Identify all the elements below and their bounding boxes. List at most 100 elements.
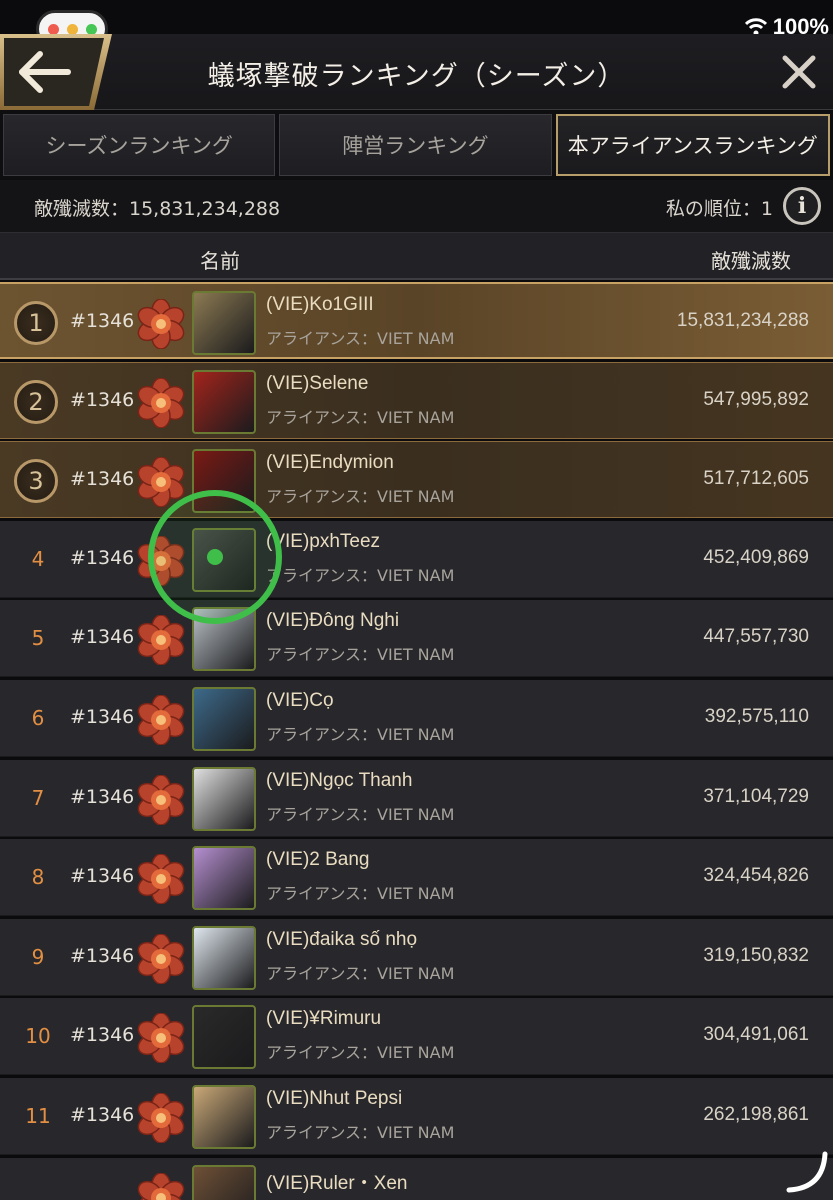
player-name[interactable]: (VIE)Selene: [266, 373, 368, 395]
player-name[interactable]: (VIE)đaika số nhọ: [266, 929, 417, 951]
alliance-label: アライアンス：VIET NAM: [266, 407, 455, 427]
server-id: #1346: [70, 626, 135, 649]
avatar[interactable]: [192, 846, 256, 911]
resize-handle-icon[interactable]: [783, 1148, 829, 1194]
player-name[interactable]: (VIE)¥Rimuru: [266, 1008, 381, 1030]
alliance-label: アライアンス：VIET NAM: [266, 724, 455, 744]
avatar[interactable]: [192, 925, 256, 990]
avatar[interactable]: [192, 766, 256, 831]
alliance-emblem-icon: [136, 614, 186, 667]
column-kills-label: 敵殲滅数: [711, 249, 791, 273]
rank-medal-icon: 2: [14, 379, 58, 424]
info-icon[interactable]: i: [783, 187, 821, 225]
kill-count: 371,104,729: [703, 785, 809, 807]
ranking-row[interactable]: 10 #1346 (VIE)¥Rimuru アライアンス：VIET NAM 304,49…: [0, 998, 833, 1076]
tab-bar: シーズンランキング 陣営ランキング 本アライアンスランキング: [0, 110, 833, 180]
server-id: #1346: [70, 1024, 135, 1047]
alliance-label: アライアンス：VIET NAM: [266, 565, 455, 585]
ranking-row[interactable]: 1 #1346 (VIE)Ko1GIII アライアンス：VIET NAM 15,831,…: [0, 282, 833, 359]
kill-count: 547,995,892: [703, 388, 809, 410]
server-id: #1346: [70, 1103, 135, 1126]
server-id: #1346: [70, 944, 135, 967]
player-name[interactable]: (VIE)Cọ: [266, 690, 334, 712]
rank-number: 11: [25, 1103, 51, 1128]
server-id: #1346: [70, 785, 135, 808]
ranking-row[interactable]: (VIE)Ruler・Xen: [0, 1157, 833, 1200]
ranking-row[interactable]: 11 #1346 (VIE)Nhut Pepsi アライアンス：VIET NAM 262…: [0, 1077, 833, 1155]
server-id: #1346: [70, 388, 135, 411]
server-id: #1346: [70, 546, 135, 569]
alliance-emblem-icon: [136, 694, 186, 746]
kill-count: 324,454,826: [703, 865, 809, 887]
ranking-row[interactable]: 6 #1346 (VIE)Cọ アライアンス：VIET NAM 392,575,110: [0, 679, 833, 757]
summary-bar: 敵殲滅数：15,831,234,288 私の順位：1 i: [0, 180, 833, 232]
alliance-emblem-icon: [136, 933, 186, 985]
alliance-label: アライアンス：VIET NAM: [266, 963, 455, 983]
player-name[interactable]: (VIE)pxhTeez: [266, 531, 380, 553]
kill-count: 447,557,730: [703, 626, 809, 648]
tap-indicator-dot: [207, 549, 223, 565]
rank-number: 5: [31, 626, 45, 651]
ranking-list[interactable]: 1 #1346 (VIE)Ko1GIII アライアンス：VIET NAM 15,831,…: [0, 282, 833, 1200]
server-id: #1346: [70, 705, 135, 728]
tab-season-ranking[interactable]: シーズンランキング: [3, 114, 276, 176]
rank-number: 4: [31, 546, 45, 571]
alliance-emblem-icon: [136, 1012, 186, 1065]
alliance-label: アライアンス：VIET NAM: [266, 329, 455, 348]
tab-alliance-ranking[interactable]: 本アライアンスランキング: [555, 114, 830, 176]
rank-number: 8: [31, 865, 45, 890]
alliance-label: アライアンス：VIET NAM: [266, 1122, 455, 1142]
rank-number: 9: [31, 944, 45, 969]
avatar[interactable]: [192, 369, 256, 434]
ranking-row[interactable]: 8 #1346 (VIE)2 Bang アライアンス：VIET NAM 324,454,…: [0, 839, 833, 917]
ranking-row[interactable]: 4 #1346 (VIE)pxhTeez アライアンス：VIET NAM 452,409…: [0, 520, 833, 598]
window-dot-red[interactable]: [47, 23, 59, 35]
rank-number: 10: [25, 1024, 51, 1049]
ranking-row[interactable]: 3 #1346 (VIE)Endymion アライアンス：VIET NAM 517,71…: [0, 441, 833, 519]
avatar[interactable]: [192, 686, 256, 751]
close-button[interactable]: [777, 50, 821, 94]
player-name[interactable]: (VIE)2 Bang: [266, 849, 370, 871]
player-name[interactable]: (VIE)Đông Nghi: [266, 610, 399, 632]
alliance-emblem-icon: [136, 298, 186, 350]
alliance-label: アライアンス：VIET NAM: [266, 884, 455, 904]
ranking-row[interactable]: 7 #1346 (VIE)Ngọc Thanh アライアンス：VIET NAM 371,…: [0, 759, 833, 837]
player-name[interactable]: (VIE)Endymion: [266, 452, 394, 474]
server-id: #1346: [70, 310, 135, 332]
kill-count: 304,491,061: [703, 1024, 809, 1046]
window-dot-yellow[interactable]: [66, 23, 78, 35]
alliance-label: アライアンス：VIET NAM: [266, 1043, 455, 1063]
alliance-emblem-icon: [136, 376, 186, 429]
page-title: 蟻塚撃破ランキング（シーズン）: [207, 61, 626, 92]
kill-count: 262,198,861: [703, 1103, 809, 1125]
alliance-emblem-icon: [136, 1092, 186, 1144]
alliance-emblem-icon: [136, 773, 186, 826]
tab-faction-ranking[interactable]: 陣営ランキング: [279, 114, 552, 176]
avatar[interactable]: [192, 1164, 256, 1200]
kill-count: 15,831,234,288: [676, 310, 809, 331]
server-id: #1346: [70, 468, 135, 491]
header-bar: 蟻塚撃破ランキング（シーズン）: [0, 34, 833, 110]
player-name[interactable]: (VIE)Ruler・Xen: [266, 1168, 408, 1195]
player-name[interactable]: (VIE)Ngọc Thanh: [266, 770, 412, 792]
rank-number: 7: [31, 785, 45, 810]
rank-medal-icon: 1: [14, 301, 58, 345]
ranking-row[interactable]: 2 #1346 (VIE)Selene アライアンス：VIET NAM 547,995,…: [0, 361, 833, 439]
ranking-row[interactable]: 5 #1346 (VIE)Đông Nghi アライアンス：VIET NAM 447,5…: [0, 600, 833, 678]
alliance-label: アライアンス：VIET NAM: [266, 645, 455, 665]
kill-count: 392,575,110: [704, 705, 809, 727]
rank-number: 6: [31, 705, 45, 730]
alliance-emblem-icon: [136, 1171, 186, 1200]
alliance-label: アライアンス：VIET NAM: [266, 804, 455, 824]
avatar[interactable]: [192, 291, 256, 355]
alliance-emblem-icon: [136, 853, 186, 905]
avatar[interactable]: [192, 1005, 256, 1070]
kill-count: 319,150,832: [703, 944, 809, 966]
player-name[interactable]: (VIE)Nhut Pepsi: [266, 1088, 402, 1110]
ranking-row[interactable]: 9 #1346 (VIE)đaika số nhọ アライアンス：VIET NAM 31…: [0, 918, 833, 996]
player-name[interactable]: (VIE)Ko1GIII: [266, 294, 374, 316]
kill-count: 517,712,605: [703, 468, 809, 490]
column-header: 名前 敵殲滅数: [0, 232, 833, 280]
avatar[interactable]: [192, 1084, 256, 1149]
window-dot-green[interactable]: [85, 23, 97, 35]
